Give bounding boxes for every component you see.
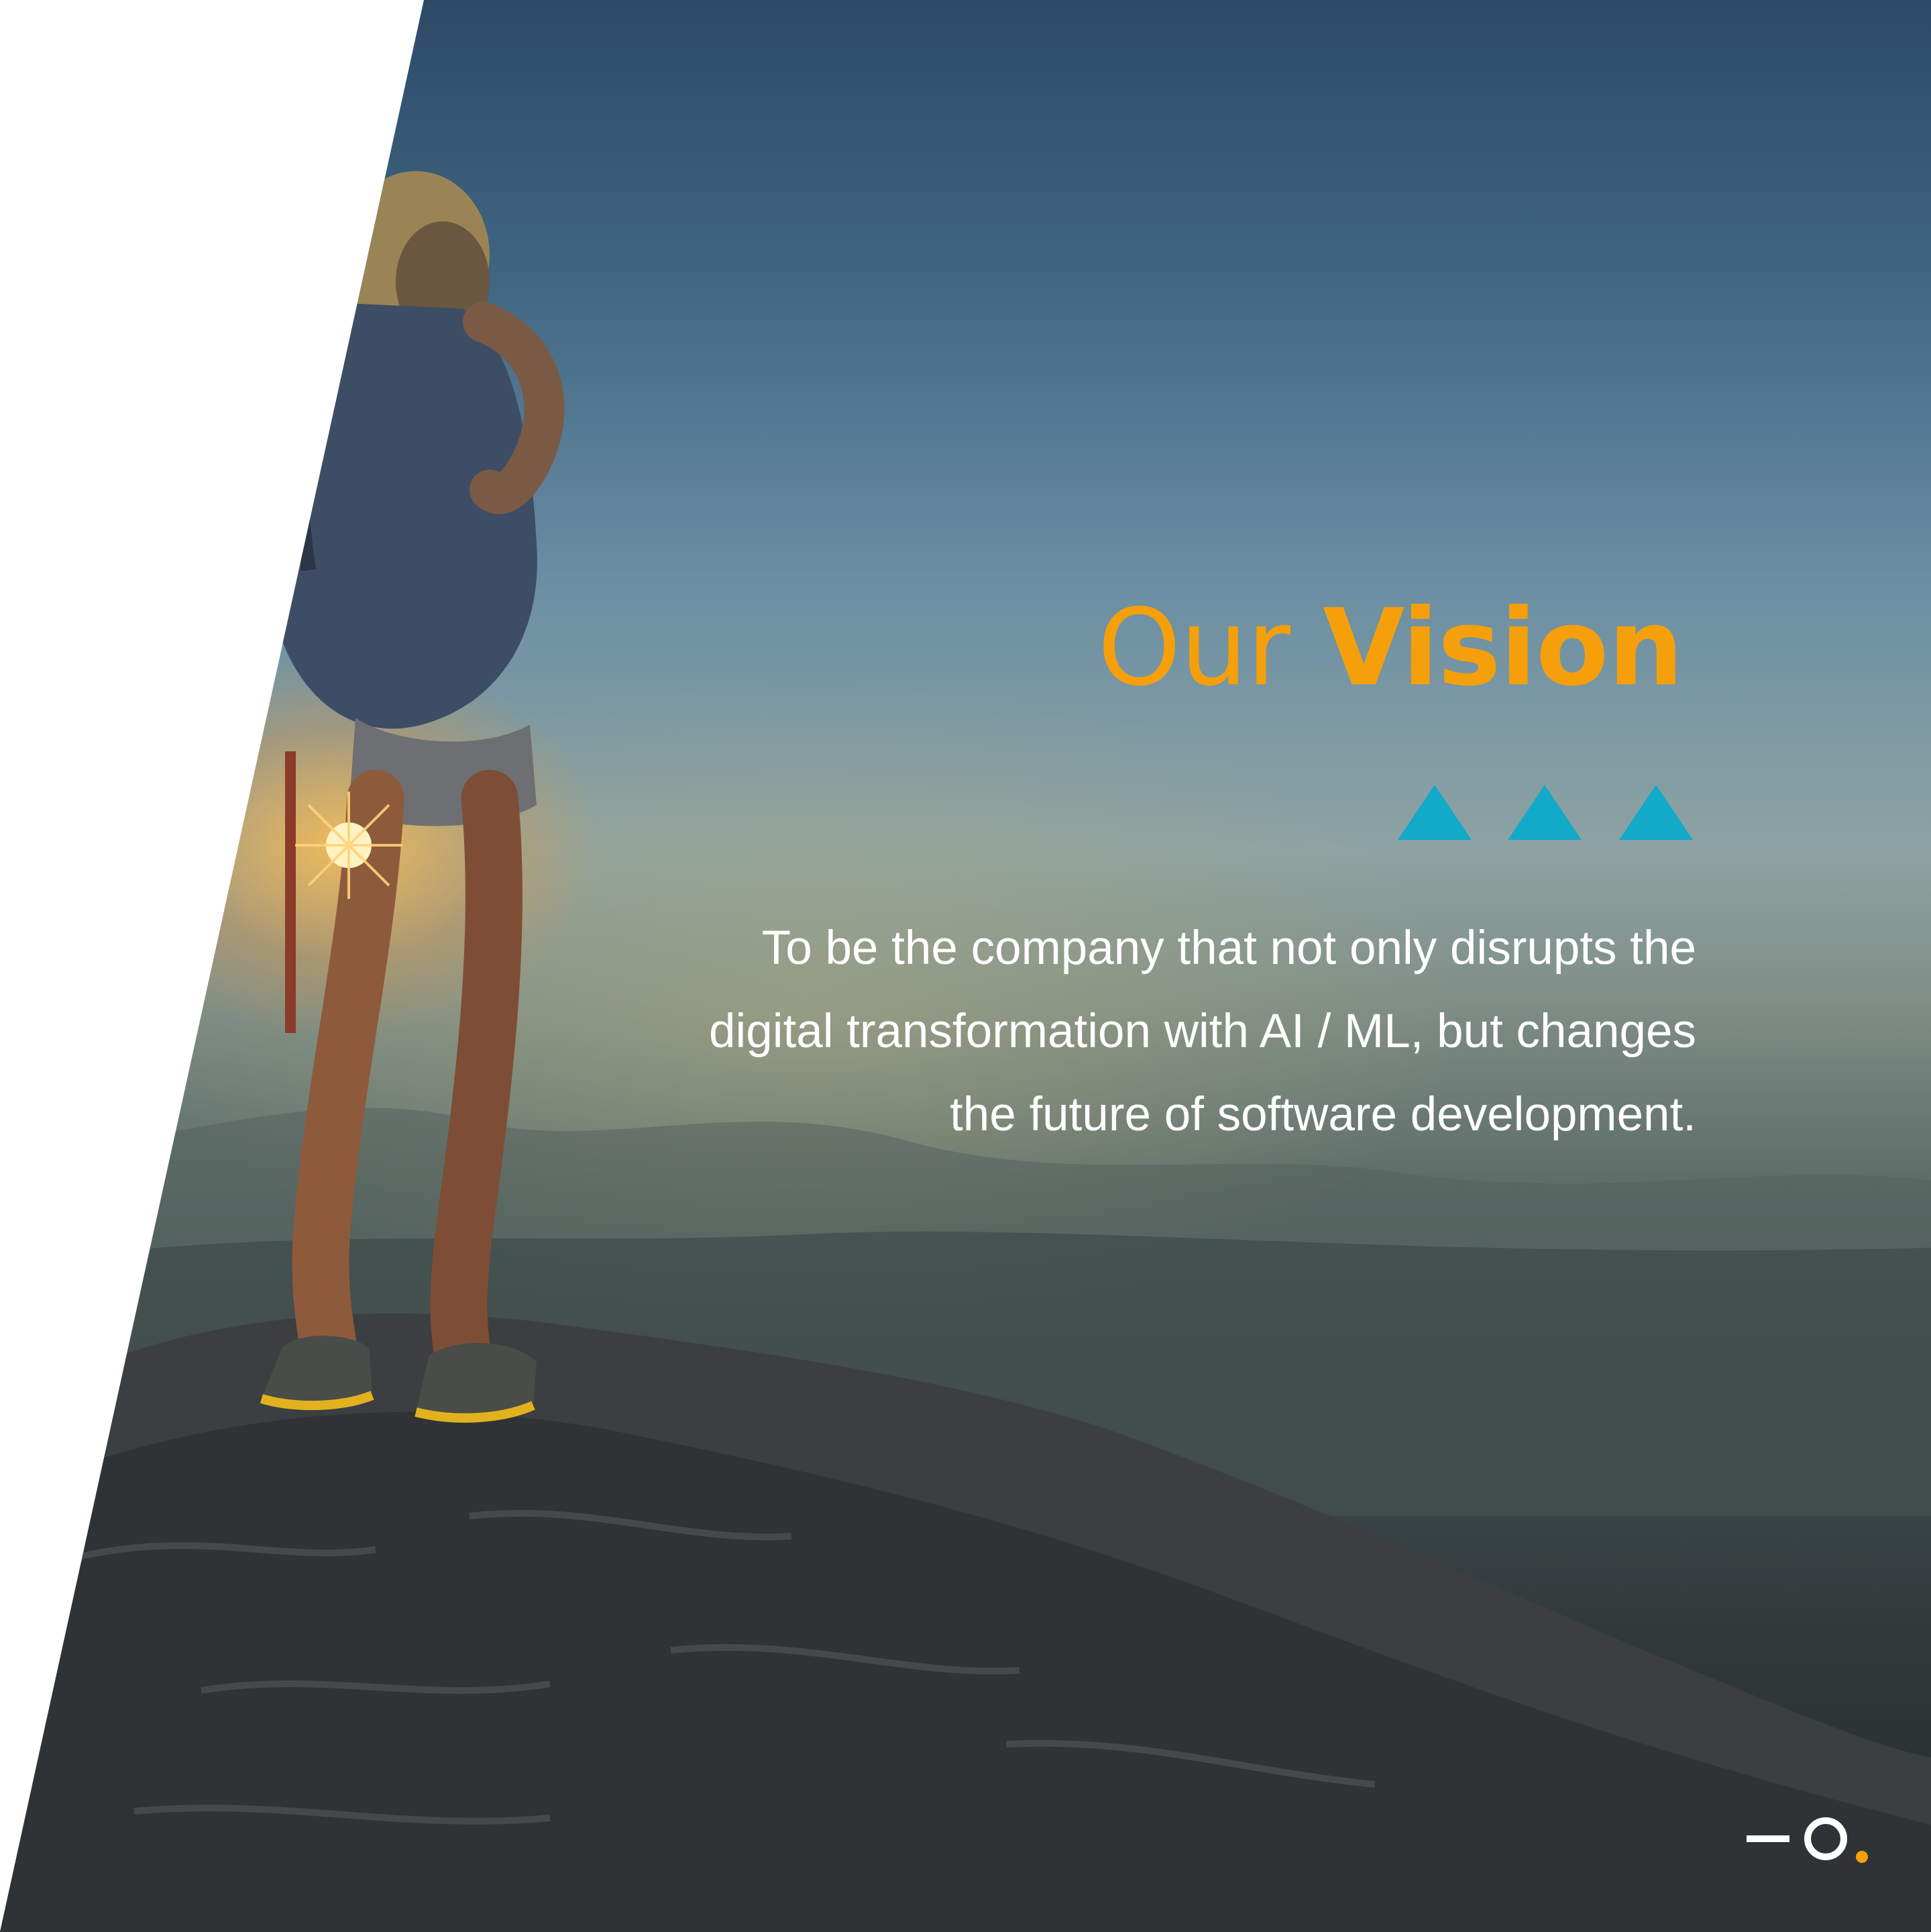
vision-line-3: the future of software development. xyxy=(950,1088,1696,1141)
sun-flare xyxy=(295,792,402,899)
heading-light-word: Our xyxy=(1097,586,1323,710)
vision-slide: Our Vision To be the company that not on… xyxy=(0,0,1931,1932)
vision-statement: To be the company that not only disrupts… xyxy=(556,907,1696,1157)
dash-circle-dot-logo xyxy=(1747,1817,1868,1863)
vision-line-1: To be the company that not only disrupts… xyxy=(761,922,1696,975)
heading-bold-word: Vision xyxy=(1323,586,1684,710)
vision-heading: Our Vision xyxy=(1097,590,1684,707)
three-up-triangles-icon xyxy=(1398,785,1693,840)
vision-line-2: digital transformation with AI / ML, but… xyxy=(708,1005,1696,1058)
hiker-silhouette xyxy=(259,171,565,1423)
